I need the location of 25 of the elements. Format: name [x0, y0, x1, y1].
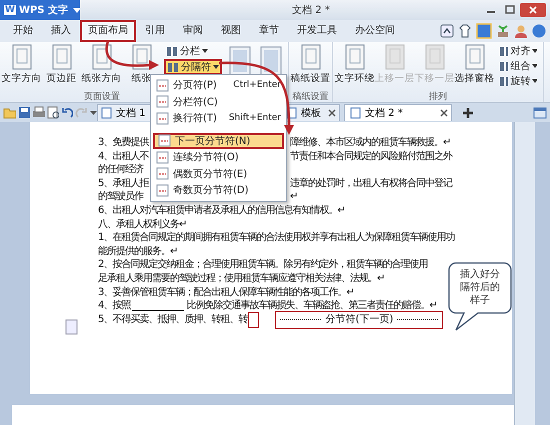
ribbon-group-label: 页面设置	[84, 90, 120, 102]
document-text: 的任何经济	[98, 163, 143, 177]
ribbon-group-label: 排列	[429, 90, 447, 102]
document-text: 6、出租人对汽车租赁申请者及承租人的信用信息有知情权。↵	[98, 204, 345, 218]
section-break-label: 分节符(下一页)	[325, 312, 394, 326]
document-text: 违章的处罚时，出租人有权将合同中登记	[290, 176, 452, 190]
document-text: 1、在租赁合同规定的期间拥有租赁车辆的合法使用权并享有出租人为保障租赁车辆使用功	[98, 231, 454, 245]
document-text: ↵	[290, 190, 298, 204]
ribbon-group-label: 稿纸设置	[292, 90, 328, 102]
document-text: 3、妥善保管租赁车辆；配合出租人保障车辆性能的各项工作。↵	[98, 286, 354, 300]
document-text: 的驾驶员作	[98, 190, 143, 204]
document-text: 足承租人乘用需要的驾驶过程；使用租赁车辆应遵守相关法律、法规。↵	[98, 272, 384, 286]
document-text: 能所提供的服务。↵	[98, 244, 178, 258]
document-text: 4、按照	[98, 299, 130, 313]
document-text: 比例免除交通事故车辆损失、车辆盗抢、第三者责任的赔偿。↵	[186, 299, 437, 313]
document-text: 5、不得买卖、抵押、质押、转租、转	[98, 312, 248, 326]
document-text: 3、免费提供	[98, 136, 148, 150]
document-text: 4、出租人不	[98, 150, 148, 164]
window-title: 文档 2 *	[291, 4, 331, 17]
document-text: 障维修、本市区域内的租赁车辆救援。↵	[290, 136, 450, 150]
document-text: 5、承租人拒	[98, 176, 148, 190]
document-text: 八、承租人权利义务↵	[98, 218, 186, 232]
document-text: 2、按合同规定交纳租金；合理使用租赁车辆。除另有约定外，租赁车辆的合理使用	[98, 258, 428, 272]
document-text: 节责任和本合同规定的风险赔付范围之外	[290, 150, 452, 164]
callout: 插入好分隔符后的样子	[448, 262, 512, 332]
